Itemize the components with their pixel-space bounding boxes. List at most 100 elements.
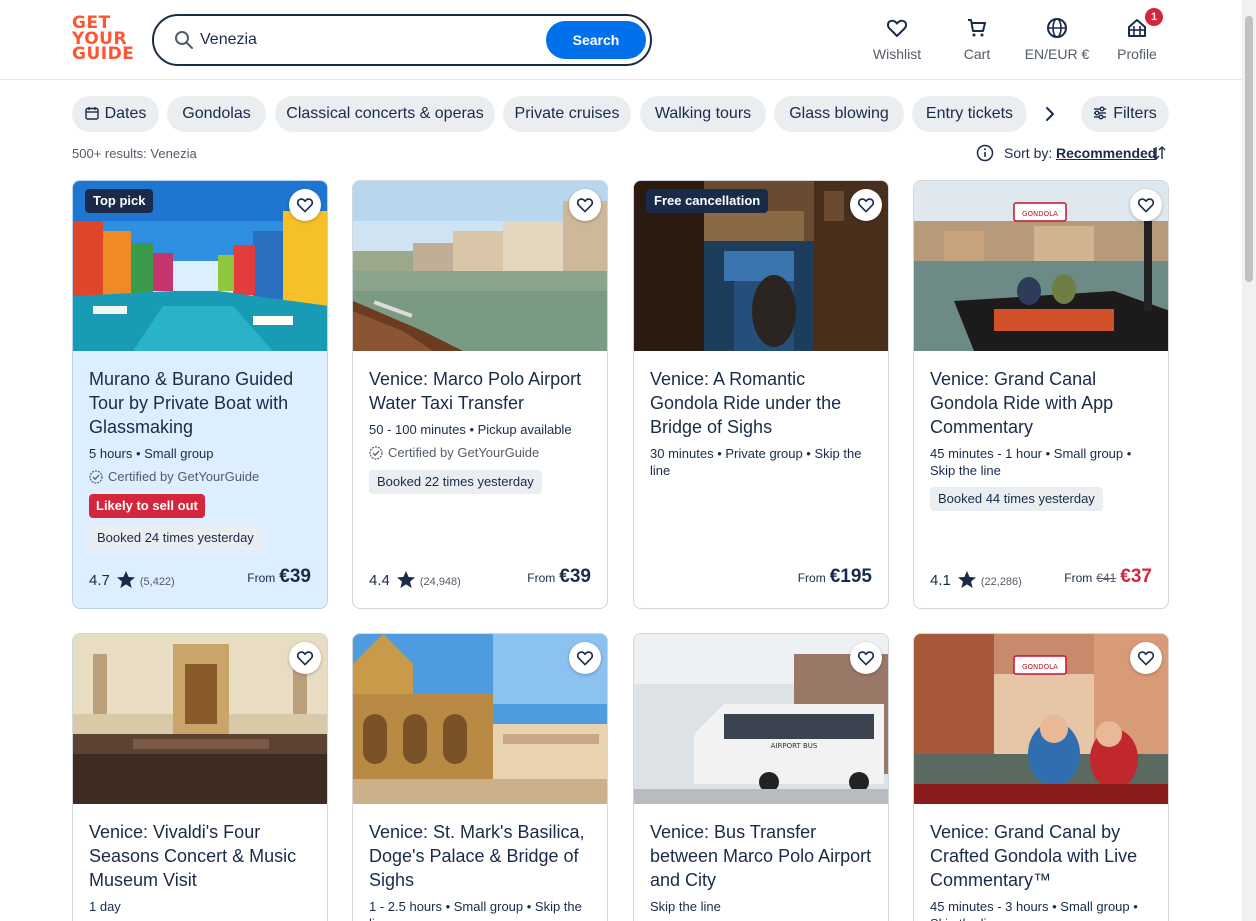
wishlist-toggle[interactable] <box>1130 189 1162 221</box>
sliders-icon <box>1094 106 1107 120</box>
price: From €39 <box>527 566 591 588</box>
results-query: Venezia <box>150 146 197 161</box>
booked-badge: Booked 44 times yesterday <box>930 487 1103 511</box>
certified-badge-icon <box>89 470 103 484</box>
activity-image: Free cancellation <box>634 181 888 351</box>
heart-icon <box>576 198 594 213</box>
wishlist-toggle[interactable] <box>850 642 882 674</box>
notification-badge: 1 <box>1145 8 1163 26</box>
rating: 4.7 (5,422) <box>89 570 175 589</box>
activity-image: GONDOLA <box>914 634 1168 804</box>
info-icon[interactable] <box>976 144 994 162</box>
activity-title[interactable]: Venice: Vivaldi's Four Seasons Concert &… <box>89 820 317 892</box>
price-from: From <box>527 571 556 585</box>
price-from: From <box>797 571 826 585</box>
activity-card[interactable]: Top pick Murano & Burano Guided Tour by … <box>72 180 328 609</box>
filters-label: Filters <box>1113 105 1157 122</box>
logo-line-3: GUIDE <box>72 44 135 64</box>
nav-language-currency[interactable]: EN/EUR € <box>1017 16 1097 66</box>
wishlist-toggle[interactable] <box>289 642 321 674</box>
sort-label: Sort by: <box>1004 145 1053 161</box>
certified-label: Certified by GetYourGuide <box>369 444 597 462</box>
certified-badge-icon <box>369 446 383 460</box>
activity-card[interactable]: GONDOLA Venice: Grand Canal Gondola Ride… <box>913 180 1169 609</box>
activity-image: GONDOLA <box>914 181 1168 351</box>
activity-image <box>353 634 607 804</box>
card-footer: 4.1 (22,286) From €41 €37 <box>930 566 1152 594</box>
booked-badge: Booked 24 times yesterday <box>89 526 262 550</box>
heart-icon <box>576 651 594 666</box>
price-amount: €195 <box>829 566 872 587</box>
rating: 4.1 (22,286) <box>930 570 1022 589</box>
search-button[interactable]: Search <box>546 21 646 59</box>
star-icon <box>116 571 135 588</box>
activity-meta: 5 hours • Small group <box>89 446 214 461</box>
rating-value: 4.1 <box>930 572 951 589</box>
top-header: GET YOUR GUIDE Search Wishlist Cart EN/E… <box>0 0 1242 80</box>
getyourguide-logo[interactable]: GET YOUR GUIDE <box>72 15 135 64</box>
wishlist-toggle[interactable] <box>289 189 321 221</box>
heart-icon <box>1137 651 1155 666</box>
chip-classical-concerts[interactable]: Classical concerts & operas <box>275 96 495 132</box>
activity-title[interactable]: Venice: A Romantic Gondola Ride under th… <box>650 367 878 439</box>
wishlist-toggle[interactable] <box>1130 642 1162 674</box>
review-count: (22,286) <box>980 576 1022 588</box>
price-amount: €37 <box>1120 566 1152 587</box>
activity-card[interactable]: AIRPORT BUS Venice: Bus Transfer between… <box>633 633 889 921</box>
card-footer: 4.7 (5,422) From €39 <box>89 566 311 594</box>
activity-meta: 45 minutes - 3 hours • Small group • Ski… <box>930 899 1138 921</box>
price: From €41 €37 <box>1064 566 1152 588</box>
gondola-sign: GONDOLA <box>1022 210 1058 218</box>
chip-gondolas[interactable]: Gondolas <box>167 96 266 132</box>
wishlist-toggle[interactable] <box>850 189 882 221</box>
heart-icon <box>1137 198 1155 213</box>
activity-title[interactable]: Venice: Grand Canal by Crafted Gondola w… <box>930 820 1158 892</box>
activity-card[interactable]: GONDOLA Venice: Grand Canal by Crafted G… <box>913 633 1169 921</box>
globe-icon <box>1047 18 1067 38</box>
chip-private-cruises[interactable]: Private cruises <box>503 96 631 132</box>
search-input[interactable] <box>200 26 540 54</box>
activity-title[interactable]: Venice: Bus Transfer between Marco Polo … <box>650 820 878 892</box>
likely-to-sell-out-badge: Likely to sell out <box>89 494 205 518</box>
nav-cart[interactable]: Cart <box>937 16 1017 66</box>
activity-title[interactable]: Venice: Marco Polo Airport Water Taxi Tr… <box>369 367 597 415</box>
price-amount: €39 <box>559 566 591 587</box>
chip-walking-tours[interactable]: Walking tours <box>640 96 766 132</box>
activity-title[interactable]: Venice: St. Mark's Basilica, Doge's Pala… <box>369 820 597 892</box>
heart-icon <box>296 651 314 666</box>
chip-entry-tickets[interactable]: Entry tickets <box>912 96 1027 132</box>
activity-title[interactable]: Murano & Burano Guided Tour by Private B… <box>89 367 317 439</box>
card-body: Venice: A Romantic Gondola Ride under th… <box>650 367 878 485</box>
card-body: Venice: Marco Polo Airport Water Taxi Tr… <box>369 367 597 494</box>
price-from: From <box>247 571 276 585</box>
card-body: Venice: Grand Canal by Crafted Gondola w… <box>930 820 1158 921</box>
sort-value[interactable]: Recommended <box>1056 145 1156 161</box>
certified-label: Certified by GetYourGuide <box>89 468 317 486</box>
chip-dates[interactable]: Dates <box>72 96 159 132</box>
rating-value: 4.7 <box>89 572 110 589</box>
rating-value: 4.4 <box>369 572 390 589</box>
activity-image <box>73 634 327 804</box>
sort-control[interactable]: Sort by: Recommended <box>976 144 1168 164</box>
card-footer: From €195 <box>650 566 872 594</box>
free-cancellation-tag: Free cancellation <box>646 189 769 213</box>
activity-meta: 1 - 2.5 hours • Small group • Skip the l… <box>369 899 582 921</box>
review-count: (24,948) <box>419 576 461 588</box>
price-from: From <box>1064 571 1093 585</box>
chevron-right-icon[interactable] <box>1040 104 1060 124</box>
activity-card[interactable]: Venice: St. Mark's Basilica, Doge's Pala… <box>352 633 608 921</box>
nav-wishlist[interactable]: Wishlist <box>857 16 937 66</box>
chip-glass-blowing[interactable]: Glass blowing <box>774 96 904 132</box>
wishlist-toggle[interactable] <box>569 642 601 674</box>
activity-title[interactable]: Venice: Grand Canal Gondola Ride with Ap… <box>930 367 1158 439</box>
heart-icon <box>857 198 875 213</box>
page-scrollbar[interactable] <box>1242 0 1256 921</box>
filters-button[interactable]: Filters <box>1081 96 1169 132</box>
nav-profile-label: Profile <box>1117 46 1157 62</box>
activity-card[interactable]: Free cancellation Venice: A Romantic Gon… <box>633 180 889 609</box>
activity-card[interactable]: Venice: Marco Polo Airport Water Taxi Tr… <box>352 180 608 609</box>
scrollbar-thumb[interactable] <box>1245 16 1253 282</box>
activity-card[interactable]: Venice: Vivaldi's Four Seasons Concert &… <box>72 633 328 921</box>
nav-profile[interactable]: Profile 1 <box>1097 8 1177 66</box>
wishlist-toggle[interactable] <box>569 189 601 221</box>
